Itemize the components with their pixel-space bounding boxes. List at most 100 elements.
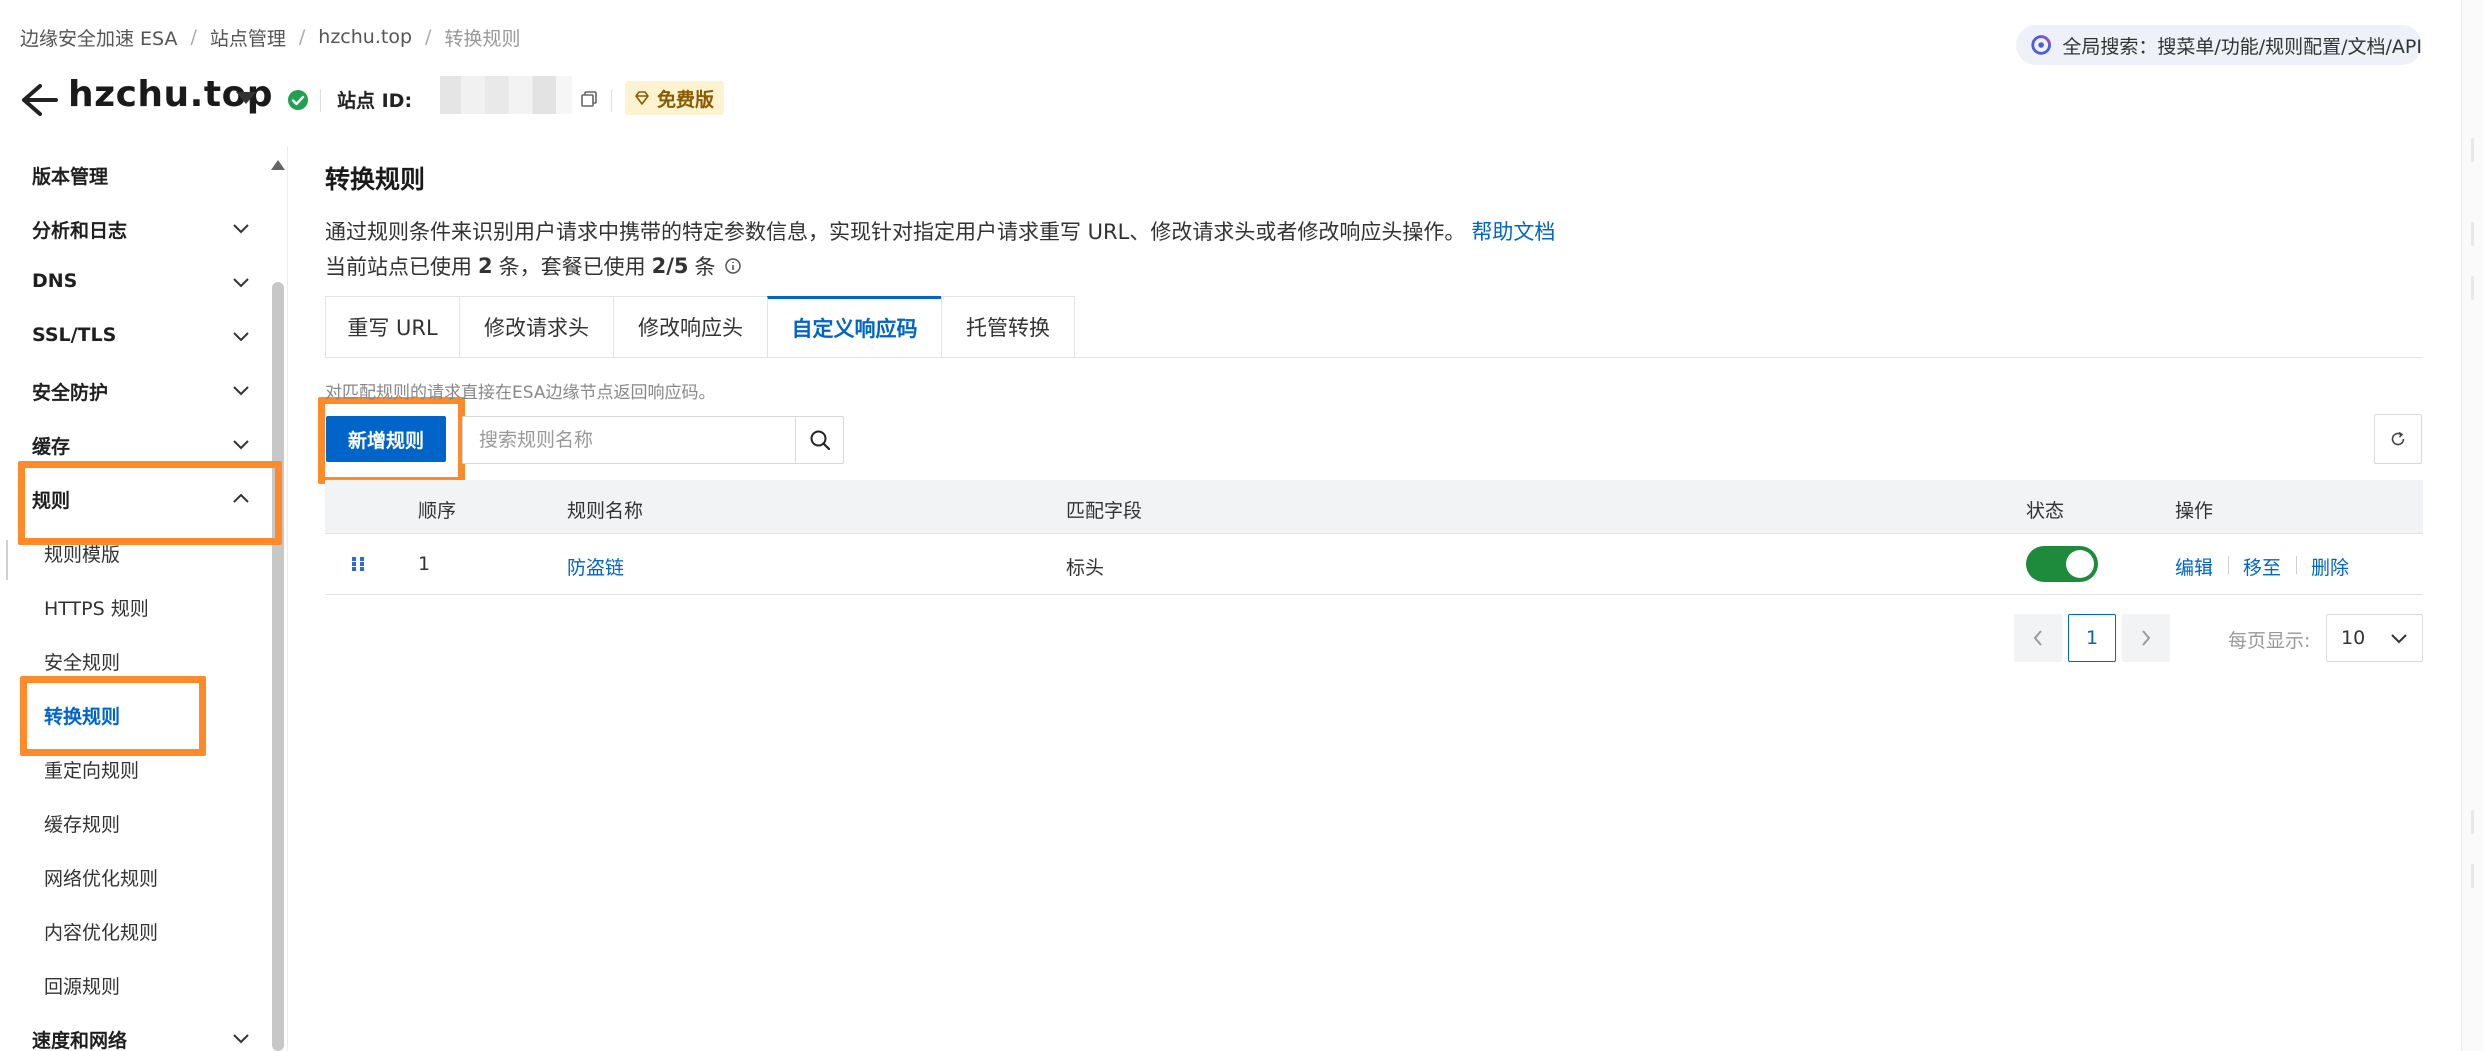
plan-badge: 免费版 <box>625 81 725 115</box>
sidebar-item-security[interactable]: 安全防护 <box>32 378 108 405</box>
pagination-page-1[interactable]: 1 <box>2068 614 2116 662</box>
breadcrumb-item-esa[interactable]: 边缘安全加速 ESA <box>20 24 177 51</box>
highlight-box-rules <box>18 461 282 545</box>
sidebar-item-version[interactable]: 版本管理 <box>32 162 108 189</box>
usage-summary: 当前站点已使用 2 条，套餐已使用 2/5 条 <box>325 251 742 281</box>
status-ok-icon <box>288 90 308 110</box>
sidebar-scrollbar[interactable] <box>272 282 284 1051</box>
usage-unit-1: 条，套餐已使用 <box>498 255 646 279</box>
breadcrumb-item-current: 转换规则 <box>444 27 521 50</box>
chevron-down-icon[interactable] <box>232 438 250 450</box>
rule-search-input[interactable] <box>463 417 795 463</box>
breadcrumb-separator: / <box>298 26 306 48</box>
usage-plan-count: 2/5 <box>651 254 689 278</box>
rule-type-tabs: 重写 URL 修改请求头 修改响应头 自定义响应码 托管转换 <box>325 296 1075 358</box>
tab-rewrite-url[interactable]: 重写 URL <box>325 296 459 358</box>
header-divider <box>320 90 321 112</box>
sidebar-subitem-cache-rules[interactable]: 缓存规则 <box>44 810 120 837</box>
breadcrumb-separator: / <box>190 26 197 48</box>
sidebar-item-dns[interactable]: DNS <box>32 270 77 292</box>
back-arrow-icon[interactable] <box>18 80 60 120</box>
sidebar-subitem-network-rules[interactable]: 网络优化规则 <box>44 864 158 891</box>
sidebar-subitem-origin-rules[interactable]: 回源规则 <box>44 972 120 999</box>
sidebar-subitem-security-rules[interactable]: 安全规则 <box>44 648 120 675</box>
page-size-value: 10 <box>2341 627 2366 649</box>
tab-custom-response-code[interactable]: 自定义响应码 <box>767 296 941 358</box>
tab-hint: 对匹配规则的请求直接在ESA边缘节点返回响应码。 <box>325 383 716 403</box>
site-id-value-masked <box>440 76 572 114</box>
toggle-knob <box>2066 550 2094 578</box>
sidebar-item-speed-network[interactable]: 速度和网络 <box>32 1026 127 1051</box>
page-size-select[interactable]: 10 <box>2326 614 2423 662</box>
plan-badge-label: 免费版 <box>657 88 715 111</box>
chevron-down-icon[interactable] <box>232 384 250 396</box>
sidebar-subitem-content-rules[interactable]: 内容优化规则 <box>44 918 158 945</box>
column-header-match: 匹配字段 <box>1066 500 1143 522</box>
page-title: 转换规则 <box>325 165 426 194</box>
header-divider <box>611 90 612 112</box>
page-description: 通过规则条件来识别用户请求中携带的特定参数信息，实现针对指定用户请求重写 URL… <box>325 216 1555 246</box>
move-rule-button[interactable]: 移至 <box>2243 553 2281 580</box>
chevron-down-icon[interactable] <box>232 276 250 288</box>
page-size-label: 每页显示: <box>2228 630 2311 652</box>
search-logo-icon <box>2031 35 2051 55</box>
highlight-box-transform-rules <box>20 676 206 756</box>
global-search-button[interactable]: 全局搜索：搜菜单/功能/规则配置/文档/API <box>2016 25 2422 65</box>
pagination-next-button[interactable] <box>2122 614 2170 662</box>
breadcrumb: 边缘安全加速 ESA / 站点管理 / hzchu.top / 转换规则 <box>20 24 520 50</box>
scroll-marker <box>2471 810 2474 834</box>
sidebar-subitem-redirect-rules[interactable]: 重定向规则 <box>44 756 139 783</box>
chevron-down-icon[interactable] <box>232 1032 250 1044</box>
refresh-icon <box>2391 431 2405 446</box>
rule-order: 1 <box>418 553 431 575</box>
edit-rule-button[interactable]: 编辑 <box>2175 553 2213 580</box>
sidebar-collapse-handle[interactable] <box>0 540 8 580</box>
scroll-marker <box>2471 138 2474 162</box>
scroll-marker <box>2471 864 2474 888</box>
usage-prefix: 当前站点已使用 <box>325 255 472 279</box>
rule-name-link[interactable]: 防盗链 <box>567 553 624 580</box>
page-scrollbar[interactable] <box>2461 0 2483 1051</box>
info-icon[interactable] <box>724 257 742 275</box>
sidebar-border <box>287 146 288 1051</box>
global-search-label: 全局搜索：搜菜单/功能/规则配置/文档/API <box>2062 35 2422 58</box>
column-header-name: 规则名称 <box>567 500 644 522</box>
site-id-label: 站点 ID: <box>337 90 413 112</box>
tab-modify-response-header[interactable]: 修改响应头 <box>613 296 767 358</box>
chevron-down-icon[interactable] <box>232 222 250 234</box>
usage-unit-2: 条 <box>694 255 716 279</box>
sidebar-item-analytics[interactable]: 分析和日志 <box>32 216 127 243</box>
help-doc-link[interactable]: 帮助文档 <box>1471 220 1555 244</box>
sidebar-subitem-https-rules[interactable]: HTTPS 规则 <box>44 594 149 621</box>
usage-site-count: 2 <box>478 254 493 278</box>
chevron-down-icon[interactable] <box>232 330 250 342</box>
chevron-left-icon <box>2033 630 2042 646</box>
tabs-divider <box>325 357 2423 358</box>
breadcrumb-item-site-management[interactable]: 站点管理 <box>210 24 286 51</box>
scroll-marker <box>2471 222 2474 246</box>
add-rule-button[interactable]: 新增规则 <box>326 416 446 462</box>
column-header-order: 顺序 <box>418 500 457 522</box>
pagination-prev-button[interactable] <box>2014 614 2062 662</box>
chevron-right-icon <box>2142 630 2151 646</box>
sidebar-item-ssl[interactable]: SSL/TLS <box>32 324 116 346</box>
action-separator <box>2228 556 2229 574</box>
sidebar-scroll-up-icon[interactable] <box>271 160 285 170</box>
sidebar-item-cache[interactable]: 缓存 <box>32 432 70 459</box>
rule-match-field: 标头 <box>1066 557 1105 579</box>
delete-rule-button[interactable]: 删除 <box>2311 553 2349 580</box>
table-row-divider <box>325 594 2423 595</box>
scroll-marker <box>2471 276 2474 300</box>
search-button[interactable] <box>795 417 843 463</box>
site-switch-caret-icon[interactable] <box>236 92 256 104</box>
drag-handle-icon[interactable] <box>350 556 366 572</box>
tab-managed-transform[interactable]: 托管转换 <box>941 296 1075 358</box>
breadcrumb-item-site[interactable]: hzchu.top <box>318 26 412 48</box>
column-header-status: 状态 <box>2026 500 2065 522</box>
column-header-actions: 操作 <box>2175 500 2214 522</box>
tab-modify-request-header[interactable]: 修改请求头 <box>459 296 613 358</box>
rule-status-toggle[interactable] <box>2026 546 2098 582</box>
refresh-button[interactable] <box>2374 414 2422 464</box>
chevron-down-icon <box>2391 634 2407 644</box>
copy-icon[interactable] <box>580 90 598 108</box>
